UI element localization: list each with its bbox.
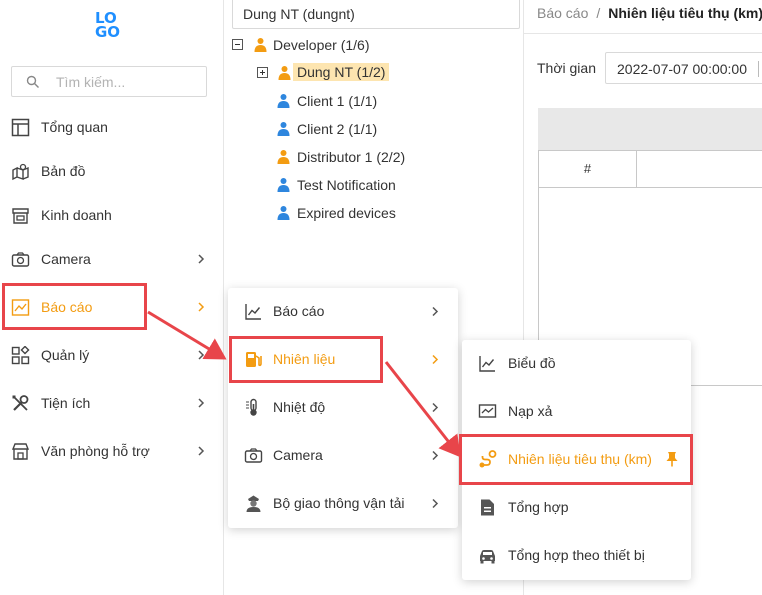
annotation-arrows <box>147 310 461 458</box>
annotation-arrow <box>384 361 461 458</box>
annotation-arrow <box>147 310 227 360</box>
